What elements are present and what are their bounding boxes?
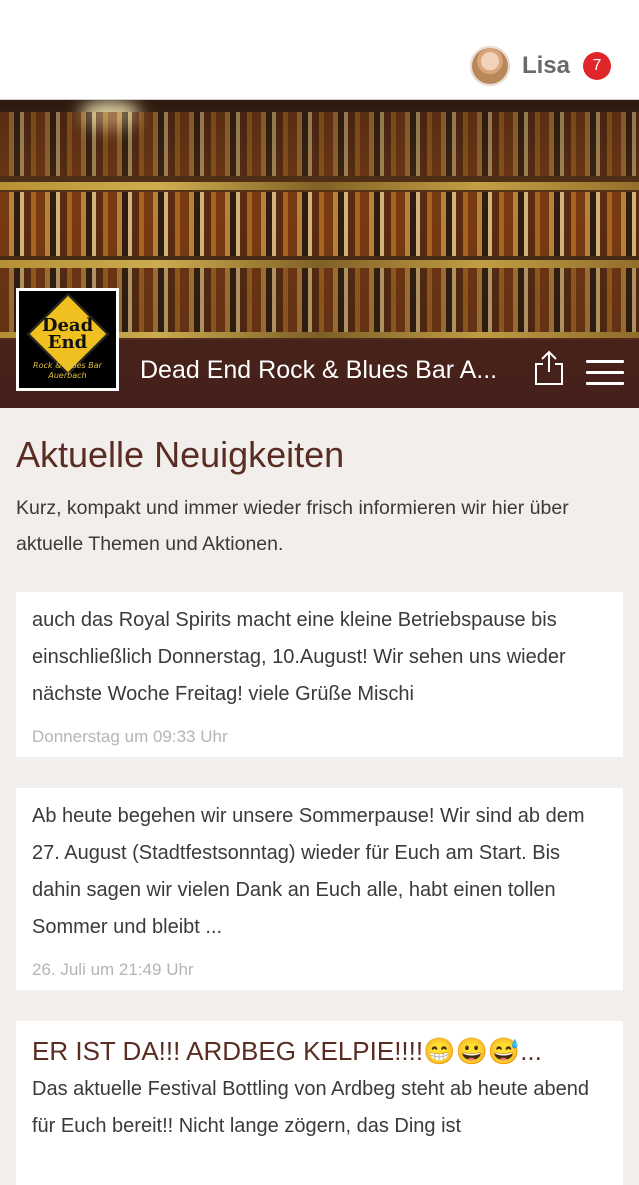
hamburger-menu-icon[interactable]	[586, 360, 624, 386]
news-section: Aktuelle Neuigkeiten Kurz, kompakt und i…	[16, 408, 623, 1185]
page-title: Aktuelle Neuigkeiten	[16, 434, 345, 475]
news-card[interactable]: Ab heute begehen wir unsere Sommerpause!…	[16, 788, 623, 990]
top-bar: Lisa 7	[0, 0, 639, 100]
bar-logo[interactable]: Dead End Rock & Blues Bar Auerbach	[16, 288, 119, 391]
news-headline: ER IST DA!!! ARDBEG KELPIE!!!!😁😀😅...	[32, 1036, 542, 1066]
user-profile[interactable]: Lisa 7	[469, 44, 611, 88]
news-card[interactable]: auch das Royal Spirits macht eine kleine…	[16, 592, 623, 757]
notification-badge[interactable]: 7	[583, 52, 611, 80]
share-icon[interactable]	[532, 350, 566, 386]
intro-text: Kurz, kompakt und immer wieder frisch in…	[16, 497, 569, 555]
venue-title: Dead End Rock & Blues Bar A...	[140, 356, 498, 384]
news-card[interactable]: ER IST DA!!! ARDBEG KELPIE!!!!😁😀😅... Das…	[16, 1021, 623, 1185]
user-name[interactable]: Lisa	[522, 52, 570, 80]
news-text: Ab heute begehen wir unsere Sommerpause!…	[32, 805, 585, 938]
avatar[interactable]	[469, 46, 510, 86]
news-timestamp: 26. Juli um 21:49 Uhr	[32, 960, 194, 979]
news-text: Das aktuelle Festival Bottling von Ardbe…	[32, 1078, 590, 1137]
news-timestamp: Donnerstag um 09:33 Uhr	[32, 727, 228, 746]
news-text: auch das Royal Spirits macht eine kleine…	[32, 609, 566, 705]
